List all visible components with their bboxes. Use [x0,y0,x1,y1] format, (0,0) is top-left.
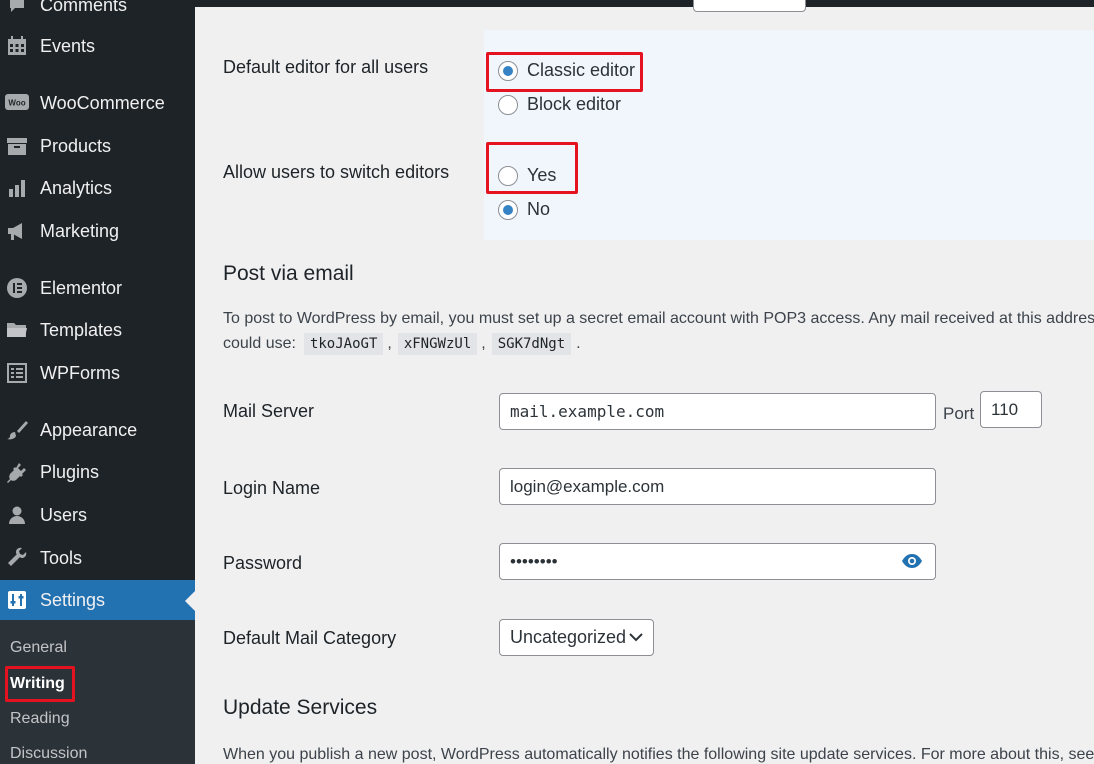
block-editor-radio[interactable] [498,94,518,115]
sidebar-item-label: Products [40,135,112,156]
sidebar-item-label: Elementor [40,277,123,298]
secret-codes-line: could use: tkoJAoGT , xFNGWzUl , SGK7dNg… [223,333,581,355]
sidebar-item-label: Marketing [40,220,120,241]
wrench-icon [5,546,29,570]
switch-no-label: No [527,199,551,219]
sidebar-item-label: WooCommerce [40,92,165,113]
sidebar-item-label: Comments [40,0,128,15]
sidebar-item-label: Templates [40,319,123,340]
code-period: . [576,335,581,352]
submenu-general[interactable]: General [10,639,67,657]
update-services-description: When you publish a new post, WordPress a… [223,746,1094,763]
block-editor-option[interactable]: Block editor [498,94,621,115]
switch-no-option[interactable]: No [498,199,550,220]
sidebar-item-label: WPForms [40,362,120,383]
login-name-input[interactable]: login@example.com [499,468,936,505]
folder-icon [5,318,29,342]
post-via-email-description: To post to WordPress by email, you must … [223,310,1094,327]
post-via-email-heading: Post via email [223,262,354,285]
mail-server-label: Mail Server [223,401,315,421]
sidebar-item-label: Tools [40,547,83,568]
code-separator: , [387,335,392,352]
submenu-writing[interactable]: Writing [10,675,65,693]
login-name-label: Login Name [223,478,321,498]
code-separator: , [481,335,486,352]
calendar-icon [5,34,29,58]
codes-prefix: could use: [223,335,296,352]
default-mail-category-select[interactable]: Uncategorized [499,619,654,656]
switch-yes-option[interactable]: Yes [498,165,556,186]
plugin-icon [5,460,29,484]
switch-yes-radio[interactable] [498,165,518,186]
submenu-discussion[interactable]: Discussion [10,745,87,763]
archive-box-icon [5,134,29,158]
switch-editors-label: Allow users to switch editors [223,162,450,182]
comments-icon [5,0,29,17]
admin-sidebar: Comments Events Woo WooCommerce Products… [0,0,195,764]
sidebar-item-appearance[interactable]: Appearance [0,410,195,450]
settings-submenu: General Writing Reading Discussion [0,620,195,764]
port-label: Port [943,404,975,423]
block-editor-label: Block editor [527,94,622,114]
sidebar-item-woocommerce[interactable]: Woo WooCommerce [0,83,195,123]
sidebar-item-label: Events [40,35,96,56]
sidebar-item-events[interactable]: Events [0,26,195,66]
sidebar-item-plugins[interactable]: Plugins [0,452,195,492]
chevron-down-icon [629,633,643,642]
sidebar-item-label: Appearance [40,419,138,440]
submenu-reading[interactable]: Reading [10,710,70,728]
classic-editor-option[interactable]: Classic editor [498,60,635,81]
sidebar-item-wpforms[interactable]: WPForms [0,353,195,393]
svg-text:Woo: Woo [8,99,25,108]
writing-settings-content: Default editor for all users Classic edi… [195,0,1094,764]
classic-editor-radio[interactable] [498,60,518,81]
show-password-eye-icon[interactable] [901,553,923,569]
sidebar-item-label: Users [40,504,88,525]
sidebar-item-users[interactable]: Users [0,495,195,535]
sidebar-item-elementor[interactable]: Elementor [0,268,195,308]
woocommerce-icon: Woo [5,91,29,115]
default-mail-category-label: Default Mail Category [223,628,397,648]
secret-code: xFNGWzUl [397,333,478,355]
sidebar-item-marketing[interactable]: Marketing [0,211,195,251]
mail-server-input[interactable]: mail.example.com [499,393,936,430]
classic-editor-label: Classic editor [527,60,636,80]
sidebar-item-comments[interactable]: Comments [0,0,195,25]
megaphone-icon [5,219,29,243]
sidebar-item-analytics[interactable]: Analytics [0,168,195,208]
elementor-icon [5,276,29,300]
previous-field-input[interactable] [693,0,806,12]
switch-yes-label: Yes [527,165,557,185]
secret-code: tkoJAoGT [303,333,384,355]
form-icon [5,361,29,385]
secret-code: SGK7dNgt [491,333,572,355]
paintbrush-icon [5,418,29,442]
sidebar-item-label: Plugins [40,461,100,482]
settings-icon [5,588,29,612]
sidebar-item-label: Settings [40,589,106,610]
password-value: •••••••• [510,551,558,571]
password-label: Password [223,553,303,573]
default-editor-label: Default editor for all users [223,57,429,77]
sidebar-item-tools[interactable]: Tools [0,538,195,578]
sidebar-item-label: Analytics [40,177,113,198]
bar-chart-icon [5,176,29,200]
sidebar-item-templates[interactable]: Templates [0,310,195,350]
sidebar-item-products[interactable]: Products [0,126,195,166]
password-field[interactable]: •••••••• [499,543,936,580]
user-icon [5,503,29,527]
selected-category: Uncategorized [510,627,627,647]
update-services-heading: Update Services [223,696,378,719]
switch-no-radio[interactable] [498,199,518,220]
port-input[interactable]: 110 [980,391,1042,428]
sidebar-item-settings[interactable]: Settings [0,580,195,620]
